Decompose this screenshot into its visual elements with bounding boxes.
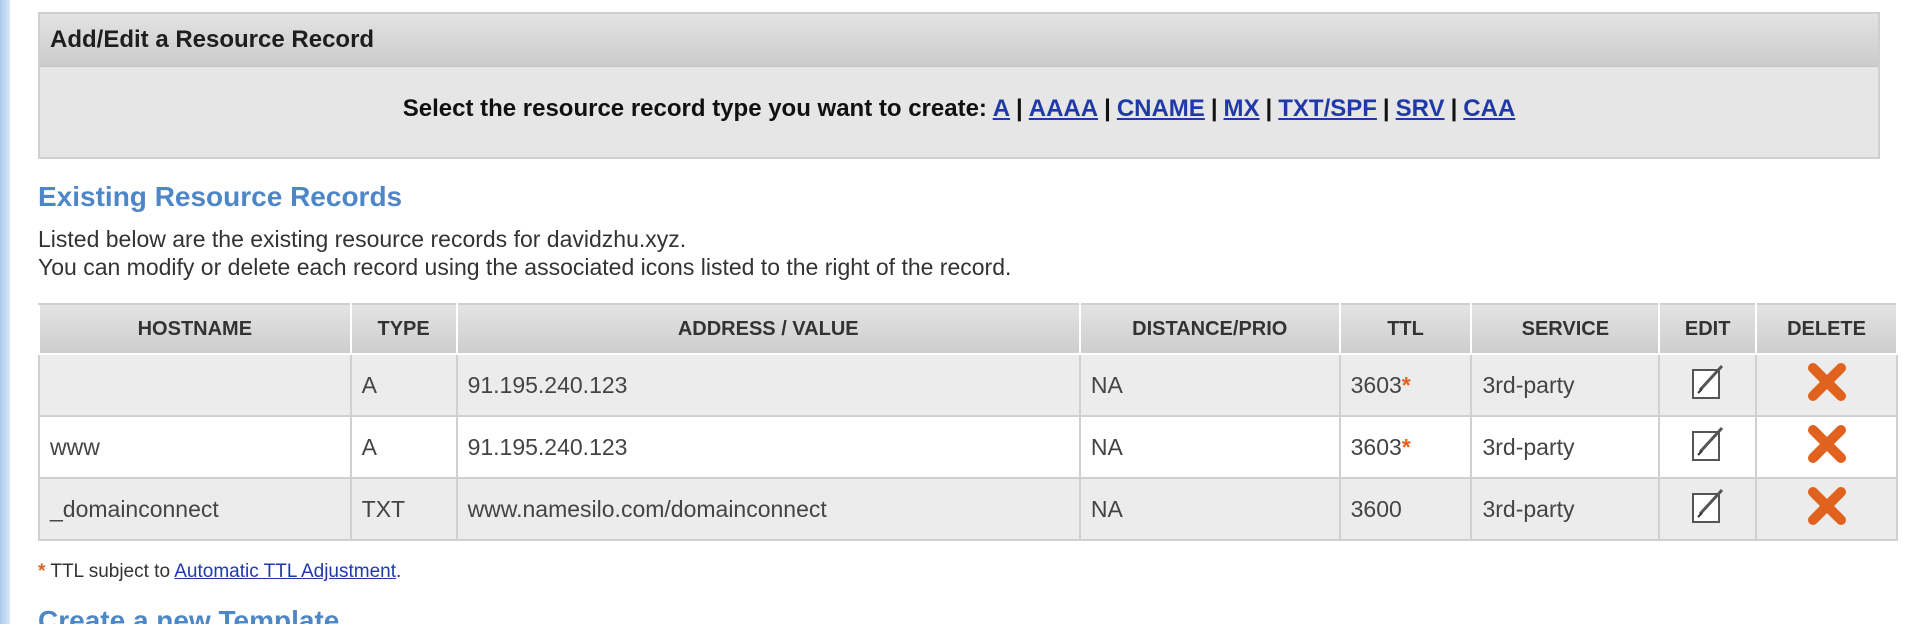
left-page-border [0, 0, 10, 624]
column-header-edit: EDIT [1658, 303, 1758, 355]
edit-pencil-icon[interactable] [1688, 486, 1728, 526]
separator: | [1210, 95, 1218, 122]
separator: | [1265, 95, 1273, 122]
cell-edit [1658, 415, 1758, 479]
delete-x-icon[interactable] [1805, 484, 1849, 528]
separator: | [1104, 95, 1111, 122]
cell-distance-prio: NA [1078, 477, 1341, 541]
cell-ttl: 3603* [1338, 353, 1473, 417]
ttl-adjust-star: * [1401, 433, 1411, 460]
ttl-value: 3603 [1350, 371, 1402, 398]
table-row: A 91.195.240.123 NA 3603* 3rd-party [38, 353, 1898, 417]
cell-type: A [349, 353, 458, 417]
cell-distance-prio: NA [1078, 415, 1341, 479]
add-edit-record-panel: Add/Edit a Resource Record Select the re… [38, 12, 1880, 159]
column-header-ttl: TTL [1338, 303, 1473, 355]
column-header-distance-prio: DISTANCE/PRIO [1078, 303, 1341, 355]
cell-address-value: www.namesilo.com/domainconnect [455, 477, 1081, 541]
cell-type: A [349, 415, 458, 479]
record-type-link-mx[interactable]: MX [1224, 95, 1260, 122]
dns-manager-content: Add/Edit a Resource Record Select the re… [38, 12, 1898, 624]
cell-delete [1755, 415, 1898, 479]
existing-records-description: Listed below are the existing resource r… [38, 225, 1898, 281]
column-header-delete: DELETE [1755, 303, 1898, 355]
cell-ttl: 3603* [1338, 415, 1473, 479]
description-line-2: You can modify or delete each record usi… [38, 254, 1012, 280]
panel-title: Add/Edit a Resource Record [40, 14, 1878, 67]
edit-pencil-icon[interactable] [1688, 424, 1728, 464]
create-template-title: Create a new Template [38, 605, 340, 624]
table-row: _domainconnect TXT www.namesilo.com/doma… [38, 477, 1898, 541]
delete-x-icon[interactable] [1805, 360, 1849, 404]
cell-delete [1755, 477, 1898, 541]
cell-distance-prio: NA [1078, 353, 1341, 417]
record-type-link-txt-spf[interactable]: TXT/SPF [1278, 95, 1377, 122]
record-type-prompt: Select the resource record type you want… [402, 95, 987, 122]
separator: | [1382, 95, 1390, 122]
cell-hostname [38, 353, 352, 417]
record-type-link-srv[interactable]: SRV [1396, 95, 1445, 122]
column-header-type: TYPE [349, 303, 458, 355]
record-type-link-cname[interactable]: CNAME [1117, 95, 1205, 122]
table-header-row: HOSTNAME TYPE ADDRESS / VALUE DISTANCE/P… [38, 303, 1898, 355]
ttl-value: 3600 [1350, 495, 1402, 522]
cell-service: 3rd-party [1470, 415, 1661, 479]
description-line-1: Listed below are the existing resource r… [38, 226, 687, 252]
automatic-ttl-adjustment-link[interactable]: Automatic TTL Adjustment [174, 561, 396, 582]
record-type-link-aaaa[interactable]: AAAA [1029, 95, 1098, 122]
cell-hostname: _domainconnect [38, 477, 352, 541]
footnote-end: . [396, 561, 402, 582]
cell-hostname: www [38, 415, 352, 479]
ttl-value: 3603 [1350, 433, 1402, 460]
cell-service: 3rd-party [1470, 477, 1661, 541]
column-header-address-value: ADDRESS / VALUE [455, 303, 1081, 355]
cell-type: TXT [349, 477, 458, 541]
cell-service: 3rd-party [1470, 353, 1661, 417]
ttl-adjust-star: * [1401, 371, 1411, 398]
cell-ttl: 3600 [1338, 477, 1473, 541]
cell-edit [1658, 477, 1758, 541]
record-type-link-caa[interactable]: CAA [1463, 95, 1515, 122]
ttl-footnote: * TTL subject to Automatic TTL Adjustmen… [38, 561, 1898, 583]
footnote-text: TTL subject to [45, 561, 175, 582]
column-header-service: SERVICE [1470, 303, 1661, 355]
record-type-link-a[interactable]: A [993, 95, 1010, 122]
record-type-selector: Select the resource record type you want… [40, 67, 1878, 123]
cell-edit [1658, 353, 1758, 417]
cell-address-value: 91.195.240.123 [455, 415, 1081, 479]
separator: | [1016, 95, 1023, 122]
existing-records-title: Existing Resource Records [38, 181, 403, 212]
separator: | [1450, 95, 1458, 122]
table-row: www A 91.195.240.123 NA 3603* 3rd-party [38, 415, 1898, 479]
resource-records-table: HOSTNAME TYPE ADDRESS / VALUE DISTANCE/P… [38, 303, 1898, 541]
edit-pencil-icon[interactable] [1688, 362, 1728, 402]
cell-delete [1755, 353, 1898, 417]
cell-address-value: 91.195.240.123 [455, 353, 1081, 417]
delete-x-icon[interactable] [1805, 422, 1849, 466]
column-header-hostname: HOSTNAME [38, 303, 352, 355]
